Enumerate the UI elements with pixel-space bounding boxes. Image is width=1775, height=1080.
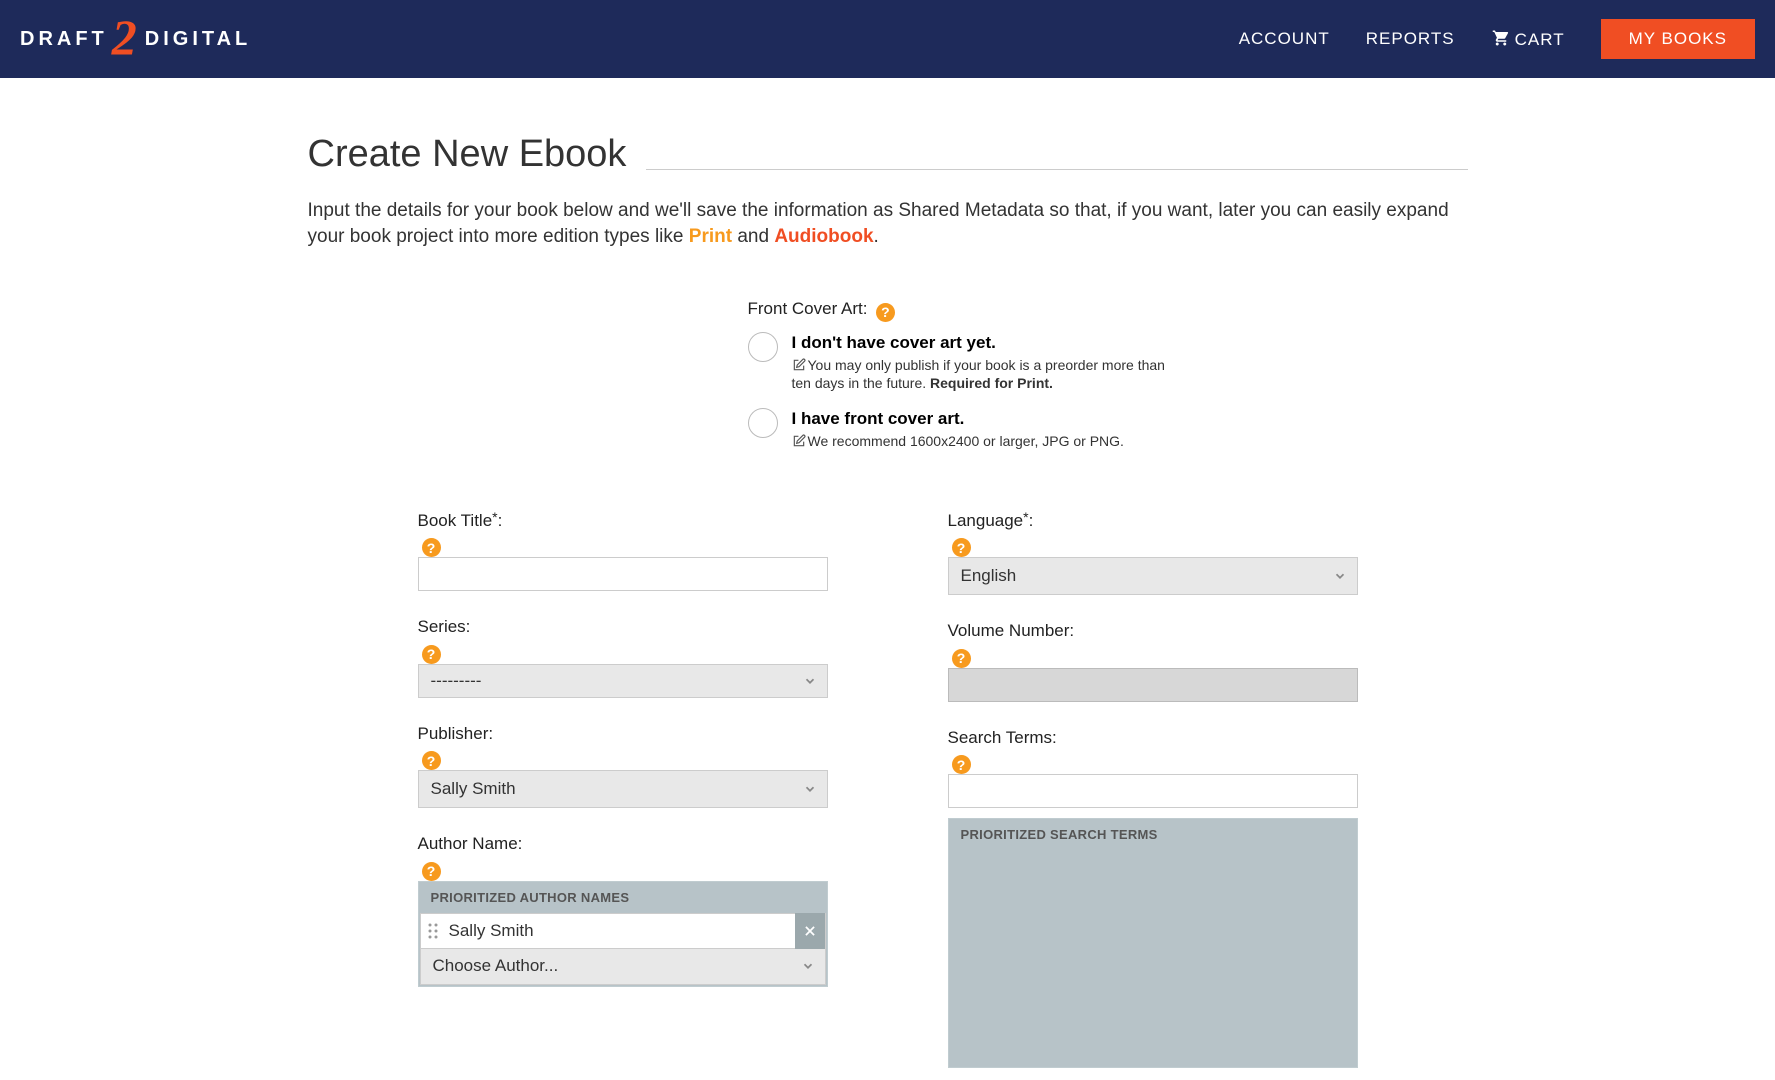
title-divider [646,169,1467,170]
search-terms-label: Search Terms: [948,728,1358,748]
radio-no-cover-text: I don't have cover art yet. You may only… [792,332,1168,392]
author-panel: PRIORITIZED AUTHOR NAMES Sally Smith Cho… [418,881,828,987]
language-select[interactable]: English [948,557,1358,595]
series-label: Series: [418,617,828,637]
help-icon[interactable]: ? [422,645,441,664]
radio-no-cover-title: I don't have cover art yet. [792,332,1168,354]
intro-audiobook: Audiobook [774,226,873,247]
volume-input-disabled [948,668,1358,702]
cover-option-no-art[interactable]: I don't have cover art yet. You may only… [748,332,1168,392]
cover-option-has-art[interactable]: I have front cover art. We recommend 160… [748,408,1168,450]
author-panel-header: PRIORITIZED AUTHOR NAMES [419,882,827,913]
publisher-select[interactable]: Sally Smith [418,770,828,808]
radio-has-cover-title: I have front cover art. [792,408,1124,430]
author-chip[interactable]: Sally Smith [420,913,826,949]
nav-cart[interactable]: CART [1491,29,1565,50]
remove-author-button[interactable] [795,913,825,949]
help-icon[interactable]: ? [422,862,441,881]
group-volume: Volume Number: ? [948,621,1358,702]
help-icon[interactable]: ? [876,303,895,322]
group-publisher: Publisher: ? Sally Smith [418,724,828,809]
page-title: Create New Ebook [308,133,627,176]
radio-no-cover[interactable] [748,332,778,362]
volume-label: Volume Number: [948,621,1358,641]
form-col-left: Book Title*: ? Series: ? --------- Publi… [418,511,828,1069]
intro-text: Input the details for your book below an… [308,198,1468,249]
choose-author-label: Choose Author... [433,956,559,976]
search-terms-panel: PRIORITIZED SEARCH TERMS [948,818,1358,1068]
edit-note-icon [792,358,806,372]
chevron-down-icon [801,959,815,973]
choose-author-select[interactable]: Choose Author... [420,949,826,985]
book-title-label: Book Title*: [418,511,828,531]
author-label: Author Name: [418,834,828,854]
language-value: English [961,566,1017,586]
author-chip-label: Sally Smith [445,921,795,941]
cover-art-section: Front Cover Art: ? I don't have cover ar… [608,299,1168,450]
nav-account[interactable]: ACCOUNT [1239,29,1330,49]
series-value: --------- [431,671,482,691]
help-icon[interactable]: ? [422,751,441,770]
logo-text-right: DIGITAL [145,28,252,51]
cart-icon [1491,29,1511,47]
group-language: Language*: ? English [948,511,1358,596]
edit-note-icon [792,434,806,448]
search-terms-panel-header: PRIORITIZED SEARCH TERMS [949,819,1357,850]
intro-print: Print [689,226,732,247]
cover-art-label: Front Cover Art: [748,299,868,318]
intro-end: . [874,226,879,247]
group-series: Series: ? --------- [418,617,828,698]
help-icon[interactable]: ? [422,538,441,557]
chevron-down-icon [803,782,817,796]
radio-has-cover[interactable] [748,408,778,438]
group-search-terms: Search Terms: ? [948,728,1358,809]
group-author: Author Name: ? PRIORITIZED AUTHOR NAMES … [418,834,828,987]
chevron-down-icon [803,674,817,688]
publisher-label: Publisher: [418,724,828,744]
help-icon[interactable]: ? [952,755,971,774]
language-label: Language*: [948,511,1358,531]
navbar: DRAFT 2 DIGITAL ACCOUNT REPORTS CART MY … [0,0,1775,78]
nav-right: ACCOUNT REPORTS CART MY BOOKS [1239,19,1755,59]
series-select[interactable]: --------- [418,664,828,698]
group-book-title: Book Title*: ? [418,511,828,592]
logo[interactable]: DRAFT 2 DIGITAL [20,14,251,64]
main-container: Create New Ebook Input the details for y… [288,133,1488,1068]
logo-text-left: DRAFT [20,28,108,51]
logo-2-icon: 2 [112,12,141,62]
radio-has-cover-note: We recommend 1600x2400 or larger, JPG or… [808,433,1124,449]
form-col-right: Language*: ? English Volume Number: ? Se… [948,511,1358,1069]
publisher-value: Sally Smith [431,779,516,799]
title-row: Create New Ebook [308,133,1468,180]
nav-reports[interactable]: REPORTS [1366,29,1455,49]
drag-handle-icon[interactable] [421,922,445,940]
cart-label: CART [1515,30,1565,49]
book-title-input[interactable] [418,557,828,591]
radio-no-cover-note-b: Required for Print. [930,375,1053,391]
form-grid: Book Title*: ? Series: ? --------- Publi… [308,511,1468,1069]
radio-has-cover-text: I have front cover art. We recommend 160… [792,408,1124,450]
my-books-button[interactable]: MY BOOKS [1601,19,1755,59]
chevron-down-icon [1333,569,1347,583]
intro-and: and [732,226,774,247]
search-terms-input[interactable] [948,774,1358,808]
help-icon[interactable]: ? [952,538,971,557]
help-icon[interactable]: ? [952,649,971,668]
